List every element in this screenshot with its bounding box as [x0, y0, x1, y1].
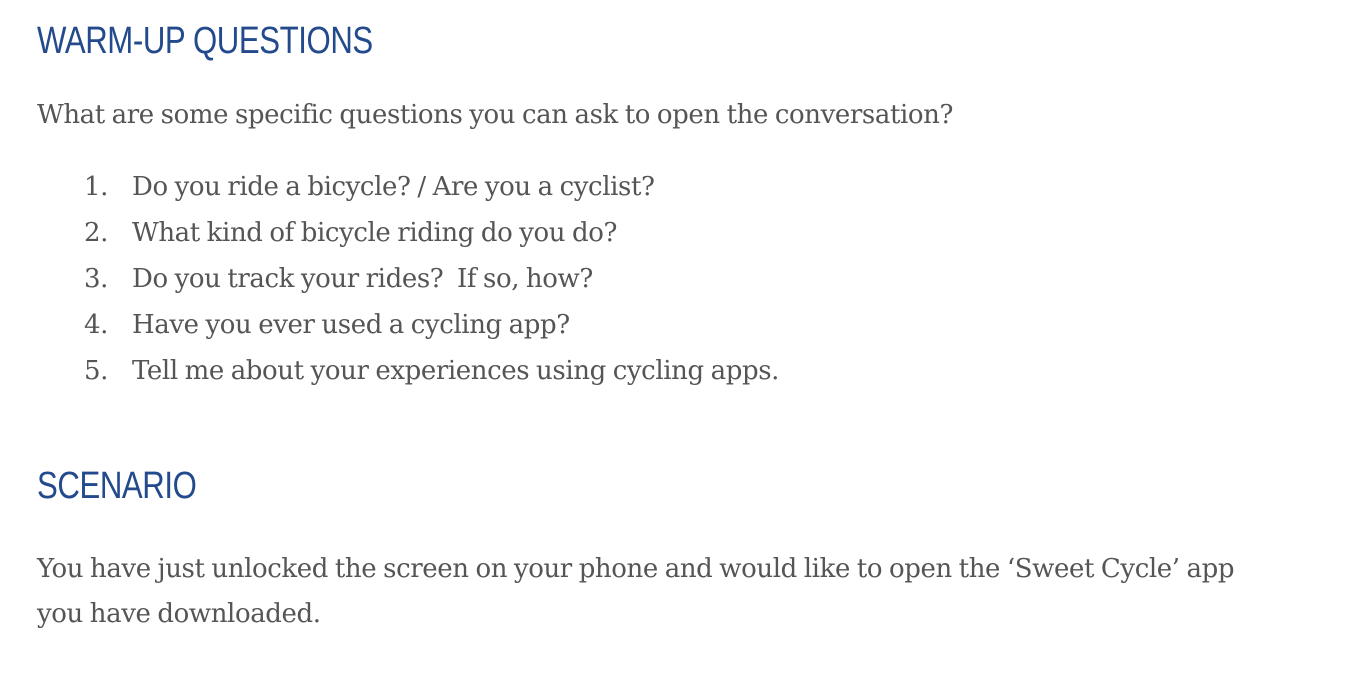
list-item-number: 3.: [84, 264, 109, 294]
warmup-question-list: 1. Do you ride a bicycle? / Are you a cy…: [37, 169, 779, 399]
list-item-text: Tell me about your experiences using cyc…: [132, 356, 780, 386]
list-item-text: Do you track your rides? If so, how?: [132, 264, 593, 294]
scenario-text: You have just unlocked the screen on you…: [37, 554, 1235, 629]
scenario-heading: SCENARIO: [37, 465, 197, 507]
list-item-number: 2.: [84, 218, 109, 248]
list-item: 3. Do you track your rides? If so, how?: [37, 261, 593, 307]
warmup-intro: What are some specific questions you can…: [37, 100, 954, 130]
list-item-number: 1.: [84, 172, 109, 202]
list-item-number: 4.: [84, 310, 109, 340]
list-item: 1. Do you ride a bicycle? / Are you a cy…: [37, 169, 655, 215]
list-item: 4. Have you ever used a cycling app?: [37, 307, 570, 353]
list-item-text: What kind of bicycle riding do you do?: [132, 218, 617, 248]
list-item: 5. Tell me about your experiences using …: [37, 353, 779, 399]
list-item: 2. What kind of bicycle riding do you do…: [37, 215, 617, 261]
list-item-text: Have you ever used a cycling app?: [132, 310, 570, 340]
list-item-number: 5.: [84, 356, 109, 386]
list-item-text: Do you ride a bicycle? / Are you a cycli…: [132, 172, 655, 202]
warmup-heading: WARM-UP QUESTIONS: [37, 20, 373, 62]
